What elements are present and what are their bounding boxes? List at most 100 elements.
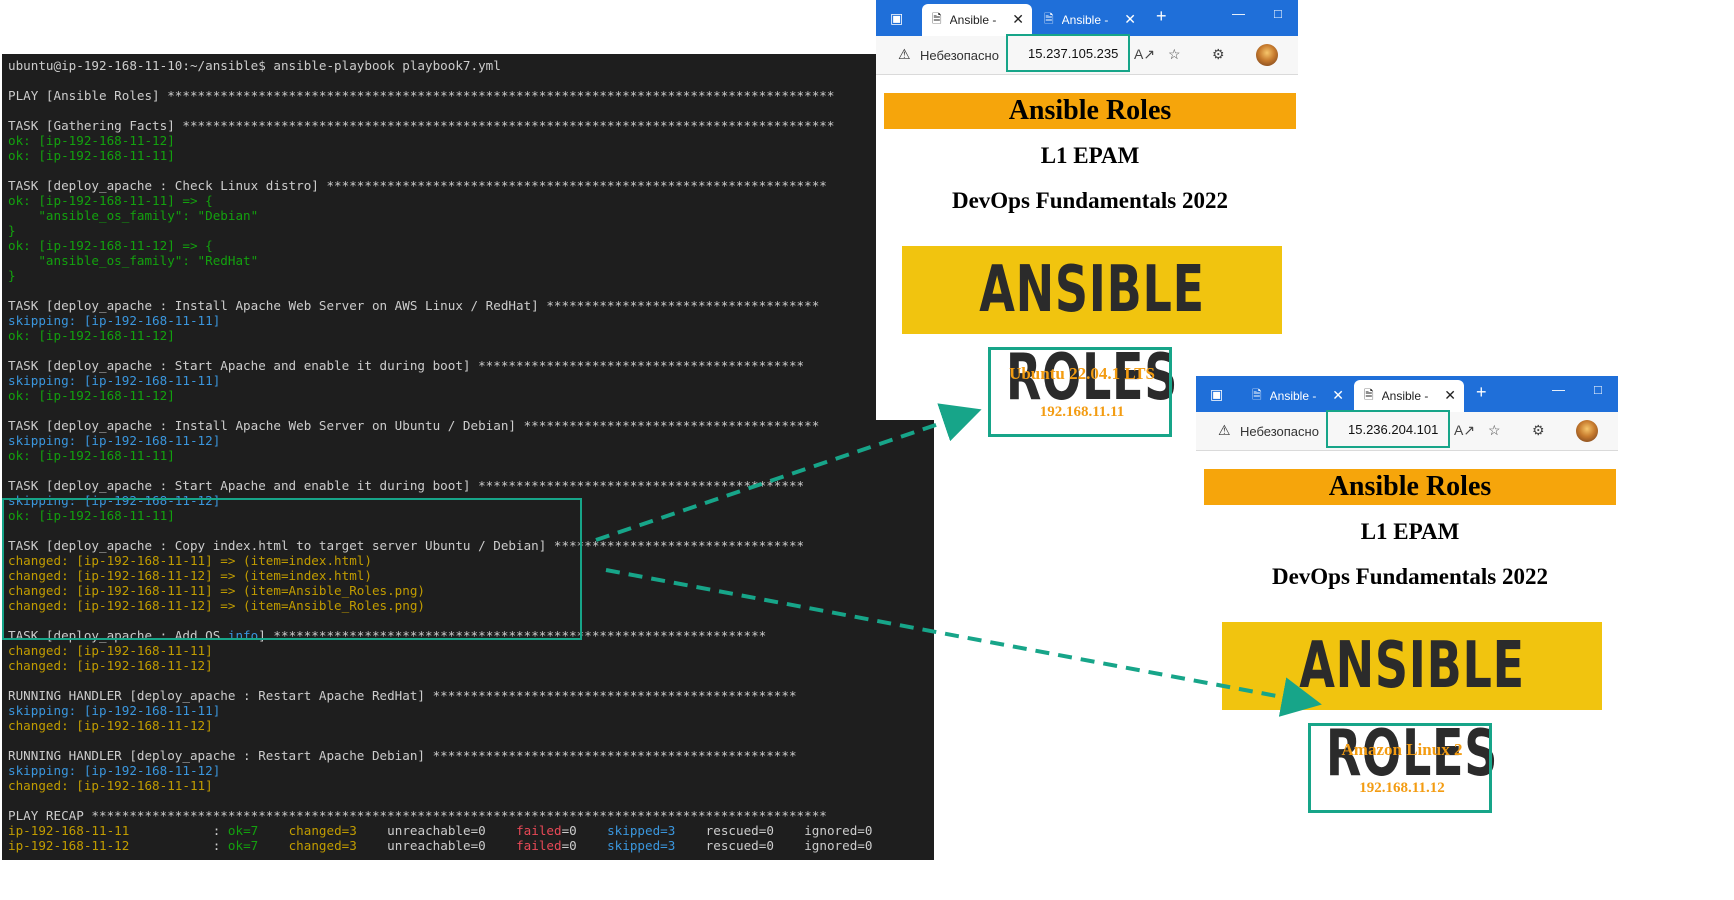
terminal-line: changed: [ip-192-168-11-11] — [8, 778, 928, 793]
terminal-line: TASK [deploy_apache : Start Apache and e… — [8, 478, 928, 493]
terminal-text: ok: [ip-192-168-11-12] — [8, 388, 175, 403]
terminal-text: unreachable=0 — [356, 823, 517, 838]
page-icon: 🗎 — [1044, 11, 1054, 26]
os-info-highlight-1 — [988, 347, 1172, 437]
close-icon[interactable]: ✕ — [1332, 388, 1344, 402]
terminal-line: skipping: [ip-192-168-11-12] — [8, 763, 928, 778]
plus-icon[interactable]: + — [1476, 382, 1487, 403]
terminal-text: "ansible_os_family": "Debian" — [8, 208, 259, 223]
terminal-text: PLAY [Ansible Roles] *******************… — [8, 88, 835, 103]
terminal-text: ok=7 — [227, 838, 259, 853]
terminal-line: RUNNING HANDLER [deploy_apache : Restart… — [8, 688, 928, 703]
terminal-text: } — [8, 223, 16, 238]
terminal-text: TASK [deploy_apache : Install Apache Web… — [8, 418, 820, 433]
close-icon[interactable]: ✕ — [1012, 12, 1024, 26]
terminal-text: RUNNING HANDLER [deploy_apache : Restart… — [8, 688, 797, 703]
terminal-text: TASK [deploy_apache : Install Apache Web… — [8, 298, 820, 313]
maximize-icon[interactable]: □ — [1274, 6, 1282, 21]
tab-bar: ▣ 🗎 Ansible - D ✕ 🗎 Ansible - D ✕ + — □ — [1196, 376, 1618, 412]
tab-inactive[interactable]: 🗎 Ansible - D ✕ — [1034, 4, 1144, 36]
terminal-line: TASK [deploy_apache : Install Apache Web… — [8, 298, 928, 313]
terminal-text: ubuntu@ip-192-168-11-10:~/ansible$ ansib… — [8, 58, 501, 73]
terminal-line: skipping: [ip-192-168-11-11] — [8, 703, 928, 718]
plus-icon[interactable]: + — [1156, 6, 1167, 27]
warning-icon: ⚠ — [1218, 422, 1231, 438]
terminal-text: ok: [ip-192-168-11-12] — [8, 328, 175, 343]
terminal-text: ok=7 — [227, 823, 259, 838]
tab-title: Ansible - D — [1269, 389, 1320, 403]
terminal-text: skipped=3 — [607, 838, 676, 853]
terminal-line: "ansible_os_family": "RedHat" — [8, 253, 928, 268]
minimize-icon[interactable]: — — [1232, 6, 1245, 21]
terminal-line: ok: [ip-192-168-11-12] => { — [8, 238, 928, 253]
profile-avatar[interactable] — [1576, 420, 1598, 442]
tab-active[interactable]: 🗎 Ansible - D ✕ — [922, 4, 1032, 36]
terminal-highlight-box — [2, 498, 582, 640]
tab-active[interactable]: 🗎 Ansible - D ✕ — [1354, 380, 1464, 412]
favorites-icon[interactable]: ☆ — [1488, 422, 1501, 439]
tab-bar: ▣ 🗎 Ansible - D ✕ 🗎 Ansible - D ✕ + — □ — [876, 0, 1298, 36]
terminal-text: =0 — [561, 838, 608, 853]
terminal-text: rescued=0 ignored=0 — [675, 838, 873, 853]
terminal-line: TASK [deploy_apache : Check Linux distro… — [8, 178, 928, 193]
terminal-text: changed: [ip-192-168-11-12] — [8, 658, 213, 673]
read-aloud-icon[interactable]: A↗ — [1454, 422, 1475, 439]
terminal-line: TASK [deploy_apache : Start Apache and e… — [8, 358, 928, 373]
terminal-line: ok: [ip-192-168-11-12] — [8, 133, 928, 148]
terminal-line: PLAY RECAP *****************************… — [8, 808, 928, 823]
page-icon: 🗎 — [932, 11, 942, 26]
maximize-icon[interactable]: □ — [1594, 382, 1602, 397]
terminal-line: ok: [ip-192-168-11-12] — [8, 328, 928, 343]
terminal-line: ip-192-168-11-11 : ok=7 changed=3 unreac… — [8, 823, 928, 838]
security-warning-label[interactable]: Небезопасно — [1240, 424, 1319, 439]
tab-title: Ansible - D — [1061, 13, 1112, 27]
terminal-text: RUNNING HANDLER [deploy_apache : Restart… — [8, 748, 797, 763]
terminal-text: changed=3 — [288, 838, 357, 853]
terminal-line: "ansible_os_family": "Debian" — [8, 208, 928, 223]
extensions-icon[interactable]: ⚙ — [1532, 422, 1545, 439]
favorites-icon[interactable]: ☆ — [1168, 46, 1181, 63]
page-header: Ansible Roles — [1204, 469, 1616, 505]
terminal-line: ip-192-168-11-12 : ok=7 changed=3 unreac… — [8, 838, 928, 853]
terminal-text: } — [8, 268, 16, 283]
terminal-text: skipping: [ip-192-168-11-11] — [8, 373, 221, 388]
security-warning-label[interactable]: Небезопасно — [920, 48, 999, 63]
terminal-line: ubuntu@ip-192-168-11-10:~/ansible$ ansib… — [8, 58, 928, 73]
terminal-text: : — [129, 838, 228, 853]
tab-title: Ansible - D — [949, 13, 1000, 27]
terminal-text: ok: [ip-192-168-11-11] — [8, 448, 175, 463]
terminal-text: skipping: [ip-192-168-11-11] — [8, 703, 221, 718]
tab-actions-icon[interactable]: ▣ — [1210, 386, 1223, 403]
tab-inactive[interactable]: 🗎 Ansible - D ✕ — [1242, 380, 1352, 412]
terminal-text: changed: [ip-192-168-11-12] — [8, 718, 213, 733]
terminal-line: RUNNING HANDLER [deploy_apache : Restart… — [8, 748, 928, 763]
terminal-line: skipping: [ip-192-168-11-11] — [8, 373, 928, 388]
tab-actions-icon[interactable]: ▣ — [890, 10, 903, 27]
page-header: Ansible Roles — [884, 93, 1296, 129]
terminal-text: TASK [Gathering Facts] *****************… — [8, 118, 835, 133]
terminal-line: ok: [ip-192-168-11-11] — [8, 448, 928, 463]
terminal-text: TASK [deploy_apache : Start Apache and e… — [8, 478, 805, 493]
terminal-text: ok: [ip-192-168-11-11] => { — [8, 193, 213, 208]
read-aloud-icon[interactable]: A↗ — [1134, 46, 1155, 63]
minimize-icon[interactable]: — — [1552, 382, 1565, 397]
extensions-icon[interactable]: ⚙ — [1212, 46, 1225, 63]
terminal-text: rescued=0 ignored=0 — [675, 823, 873, 838]
course-line-1: L1 EPAM — [1360, 519, 1460, 544]
url-highlight-box — [1006, 34, 1130, 72]
terminal-text: ok: [ip-192-168-11-12] — [8, 133, 175, 148]
close-icon[interactable]: ✕ — [1124, 12, 1136, 26]
terminal-window[interactable]: ubuntu@ip-192-168-11-10:~/ansible$ ansib… — [2, 54, 934, 860]
profile-avatar[interactable] — [1256, 44, 1278, 66]
terminal-line: TASK [Gathering Facts] *****************… — [8, 118, 928, 133]
close-icon[interactable]: ✕ — [1444, 388, 1456, 402]
url-highlight-box — [1326, 410, 1450, 448]
terminal-text: skipping: [ip-192-168-11-11] — [8, 313, 221, 328]
